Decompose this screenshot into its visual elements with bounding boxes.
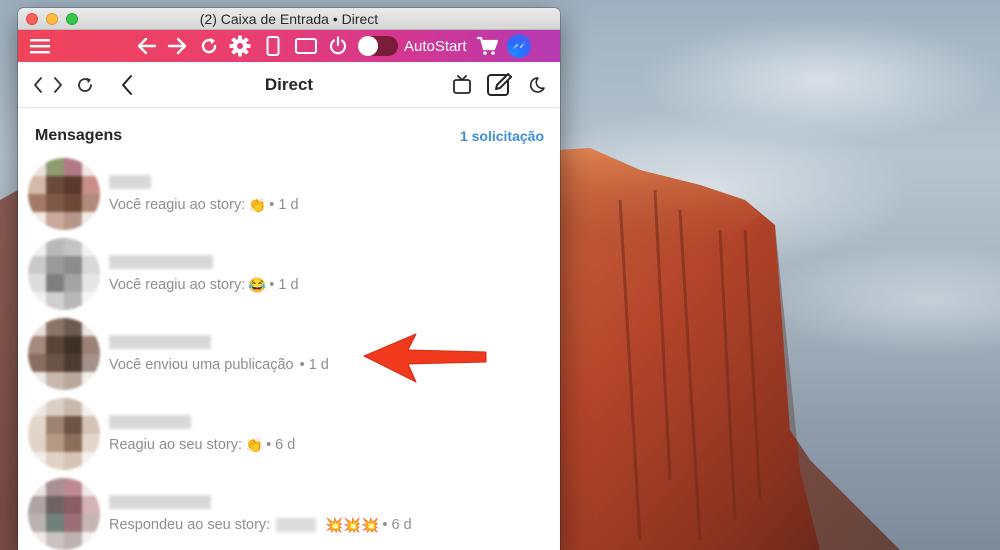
clap-emoji: 👏 (248, 197, 267, 214)
redacted-username (109, 414, 191, 429)
laughing-emoji: 😂 (248, 277, 267, 294)
reload-icon[interactable] (76, 73, 94, 97)
arrow-left-icon[interactable] (136, 34, 158, 58)
message-requests-link[interactable]: 1 solicitação (460, 128, 544, 144)
redacted-content (276, 518, 317, 532)
autostart-toggle[interactable] (358, 36, 398, 56)
message-preview: Respondeu ao seu story: 💥💥💥 • 6 d (109, 517, 412, 534)
preview-text: Você reagiu ao story: (109, 197, 246, 213)
chevron-right-icon[interactable] (52, 73, 64, 97)
annotation-arrow-icon (363, 333, 487, 383)
avatar (28, 158, 100, 230)
message-preview: Reagiu ao seu story: 👏 • 6 d (109, 437, 295, 454)
avatar (28, 238, 100, 310)
message-preview: Você enviou uma publicação • 1 d (109, 357, 329, 373)
messages-heading: Mensagens (35, 127, 123, 144)
chevron-left-icon[interactable] (32, 73, 44, 97)
conversation-item[interactable]: Reagiu ao seu story: 👏 • 6 d (28, 394, 560, 474)
preview-text: Respondeu ao seu story: (109, 517, 271, 533)
conversation-body: Você reagiu ao story: 😂 • 1 d (109, 254, 299, 294)
avatar (28, 398, 100, 470)
conversation-item[interactable]: Você reagiu ao story: 😂 • 1 d (28, 234, 560, 314)
redacted-username (109, 494, 211, 509)
window-titlebar: (2) Caixa de Entrada • Direct (18, 8, 560, 30)
conversation-item[interactable]: Você reagiu ao story: 👏 • 1 d (28, 154, 560, 234)
maximize-window-button[interactable] (66, 13, 78, 25)
conversation-body: Você reagiu ao story: 👏 • 1 d (109, 174, 299, 214)
nav-left-controls (32, 73, 134, 97)
autostart-label: AutoStart (404, 37, 467, 55)
phone-icon[interactable] (262, 34, 284, 58)
app-window: (2) Caixa de Entrada • Direct AutoStart … (18, 8, 560, 550)
preview-text: Reagiu ao seu story: (109, 437, 242, 453)
message-time: • 1 d (269, 277, 299, 293)
cart-icon[interactable] (475, 34, 499, 58)
conversation-body: Respondeu ao seu story: 💥💥💥 • 6 d (109, 494, 412, 534)
conversation-item[interactable]: Respondeu ao seu story: 💥💥💥 • 6 d (28, 474, 560, 550)
message-preview: Você reagiu ao story: 😂 • 1 d (109, 277, 299, 294)
message-time: • 6 d (266, 437, 296, 453)
toggle-knob (358, 36, 378, 56)
redacted-username (109, 174, 151, 189)
collision-emoji: 💥💥💥 (325, 517, 380, 534)
window-controls (26, 13, 78, 25)
refresh-icon[interactable] (198, 34, 220, 58)
compose-icon[interactable] (486, 72, 514, 97)
message-time: • 1 d (299, 357, 329, 373)
messages-header: Mensagens 1 solicitação (18, 118, 560, 154)
preview-text: Você reagiu ao story: (109, 277, 246, 293)
nav-right-controls (452, 72, 546, 97)
conversation-body: Reagiu ao seu story: 👏 • 6 d (109, 414, 295, 454)
app-toolbar: AutoStart (18, 30, 560, 62)
close-window-button[interactable] (26, 13, 38, 25)
back-icon[interactable] (120, 73, 134, 97)
minimize-window-button[interactable] (46, 13, 58, 25)
redacted-username (109, 335, 211, 349)
redacted-username (109, 254, 213, 269)
page-navbar: Direct (18, 62, 560, 108)
conversation-body: Você enviou uma publicação • 1 d (109, 335, 329, 373)
gear-icon[interactable] (228, 34, 252, 58)
messenger-icon[interactable] (506, 34, 531, 58)
clap-emoji: 👏 (245, 437, 264, 454)
message-time: • 1 d (269, 197, 299, 213)
power-icon[interactable] (326, 34, 350, 58)
tv-icon[interactable] (452, 73, 472, 97)
moon-icon[interactable] (528, 73, 546, 97)
menu-icon[interactable] (28, 34, 52, 58)
avatar (28, 478, 100, 550)
window-title: (2) Caixa de Entrada • Direct (199, 10, 379, 27)
preview-text: Você enviou uma publicação (109, 357, 294, 373)
tablet-icon[interactable] (294, 34, 318, 58)
message-time: • 6 d (382, 517, 412, 533)
avatar (28, 318, 100, 390)
message-preview: Você reagiu ao story: 👏 • 1 d (109, 197, 299, 214)
arrow-right-icon[interactable] (166, 34, 188, 58)
